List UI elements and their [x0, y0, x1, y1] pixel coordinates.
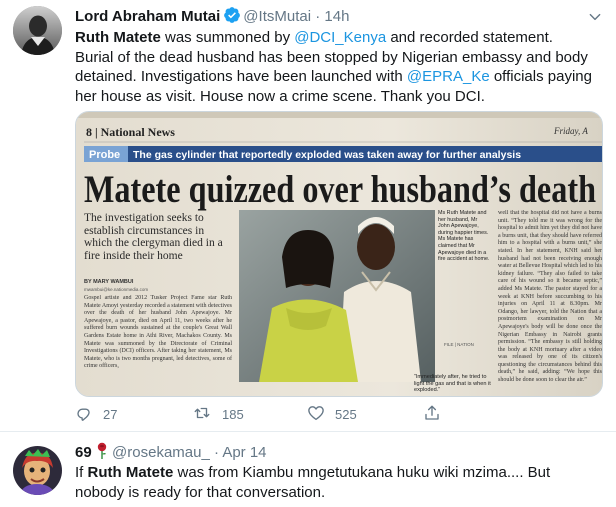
rose-emoji-icon — [96, 442, 108, 465]
author-handle[interactable]: @ItsMutai — [243, 8, 311, 25]
mention-ruth-matete: Ruth Matete — [75, 29, 161, 46]
separator-dot: · — [213, 444, 219, 461]
newspaper-byline: BY MARY WAMBUI — [84, 279, 134, 285]
tweet-header: Lord Abraham Mutai @ItsMutai · 14h — [75, 6, 349, 30]
reply-text-bold: Ruth Matete — [87, 464, 174, 481]
reply-count: 27 — [103, 406, 118, 422]
tweet-text: Ruth Matete was summoned by @DCI_Kenya a… — [75, 28, 595, 106]
share-button[interactable] — [423, 403, 451, 425]
like-button[interactable]: 525 — [307, 403, 357, 425]
heart-icon — [307, 404, 335, 425]
reply-timestamp[interactable]: Apr 14 — [222, 444, 266, 461]
reply-author-avatar[interactable] — [13, 446, 62, 495]
pull-quote: “Immediately after, he tried to light th… — [414, 374, 491, 394]
like-count: 525 — [335, 406, 357, 422]
tweet-actions: 27 185 525 — [75, 403, 505, 425]
verified-badge-icon — [223, 6, 241, 30]
newspaper-page-label: 8 | National News — [86, 125, 175, 139]
reply-author-name[interactable]: 69 — [75, 444, 92, 461]
reply-icon — [75, 404, 103, 425]
newspaper-email: mwambui@ke.nationmedia.com — [84, 287, 148, 292]
photo-credit: FILE | NATION — [444, 342, 474, 347]
separator-dot: · — [315, 8, 321, 25]
retweet-count: 185 — [222, 406, 244, 422]
reply-header: 69 @rosekamau_ · Apr 14 — [75, 442, 267, 465]
newspaper-deck: The investigation seeks to establish cir… — [84, 212, 223, 262]
newspaper-column-1: Gospel artiste and 2012 Tusker Project F… — [84, 295, 232, 370]
chevron-down-icon[interactable] — [588, 10, 602, 29]
tweet-text-part: was summoned by — [160, 29, 295, 46]
mention-link-epra[interactable]: @EPRA_Ke — [407, 68, 490, 85]
photo-caption: Ms Ruth Matete and her husband, Mr John … — [438, 210, 490, 263]
tweet-timestamp[interactable]: 14h — [324, 8, 349, 25]
mention-link-dci[interactable]: @DCI_Kenya — [294, 29, 386, 46]
probe-tag: Probe — [89, 149, 120, 161]
probe-text: The gas cylinder that reportedly explode… — [133, 149, 521, 161]
retweet-button[interactable]: 185 — [192, 403, 244, 425]
share-icon — [423, 404, 451, 425]
couple-photo — [239, 210, 435, 382]
retweet-icon — [192, 404, 222, 425]
newspaper-headline: Matete quizzed over husband’s death — [84, 168, 596, 211]
author-name[interactable]: Lord Abraham Mutai — [75, 8, 220, 25]
newspaper-column-3: well that the hospital did not have a bu… — [498, 210, 602, 384]
newspaper-date: Friday, A — [553, 126, 588, 136]
reply-button[interactable]: 27 — [75, 403, 117, 425]
tweet-media-image[interactable]: 8 | National News Friday, A Probe The ga… — [75, 111, 603, 397]
author-avatar[interactable] — [13, 6, 62, 55]
reply-author-handle[interactable]: @rosekamau_ — [112, 444, 210, 461]
reply-text-part: If — [75, 464, 88, 481]
tweet[interactable]: Lord Abraham Mutai @ItsMutai · 14h Ruth M… — [0, 0, 616, 432]
reply-text: If Ruth Matete was from Kiambu mngetutuk… — [75, 463, 600, 502]
